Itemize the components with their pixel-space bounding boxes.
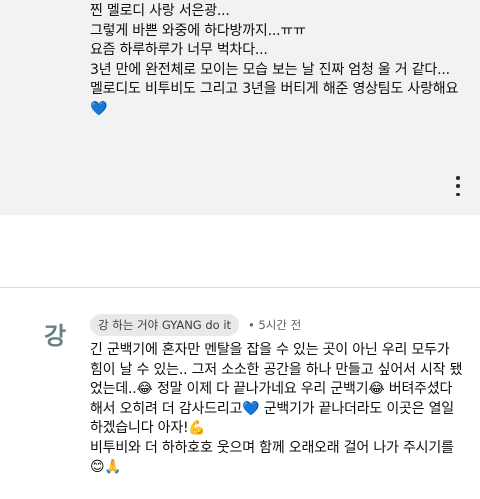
more-vertical-icon[interactable] [453, 176, 463, 196]
author-name[interactable]: 강 하는 거야 GYANG do it [90, 314, 240, 336]
comment-timestamp: • 5시간 전 [248, 314, 301, 336]
previous-comment-card: 찐 멜로디 사랑 서은광... 그렇게 바쁜 와중에 하다방까지...ㅠㅠ 요즘… [0, 0, 480, 215]
comment-divider [0, 287, 480, 288]
previous-comment-text: 찐 멜로디 사랑 서은광... 그렇게 바쁜 와중에 하다방까지...ㅠㅠ 요즘… [90, 3, 459, 117]
timestamp-separator: • [248, 318, 255, 332]
avatar[interactable]: 강 [37, 315, 73, 351]
comment-text: 긴 군백기에 혼자만 멘탈을 잡을 수 있는 곳이 아닌 우리 모두가 힘이 날… [90, 342, 463, 475]
timestamp-text: 5시간 전 [258, 318, 302, 332]
